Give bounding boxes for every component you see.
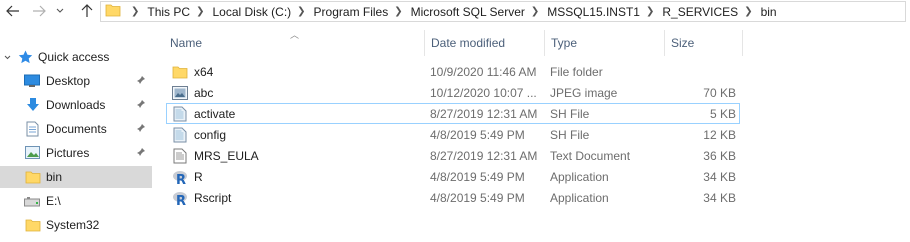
file-size-cell: 70 KB <box>703 85 736 100</box>
column-divider[interactable] <box>664 30 665 56</box>
file-row-abc[interactable]: abc 10/12/2020 10:07 ... JPEG image 70 K… <box>166 82 740 103</box>
folder-icon <box>172 66 188 78</box>
file-row-config[interactable]: config 4/8/2019 5:49 PM SH File 12 KB <box>166 124 740 145</box>
sidebar-item-documents[interactable]: Documents <box>0 118 152 140</box>
file-size-cell: 34 KB <box>703 169 736 184</box>
column-divider[interactable] <box>424 30 425 56</box>
forward-arrow-icon <box>33 5 46 17</box>
pin-icon[interactable] <box>136 75 146 85</box>
file-type-cell: Application <box>550 190 609 205</box>
back-button[interactable] <box>4 2 22 20</box>
chevron-right-icon: ❯ <box>530 6 540 17</box>
pin-icon[interactable] <box>136 147 146 157</box>
chevron-right-icon: ❯ <box>394 6 403 17</box>
sidebar-item-desktop[interactable]: Desktop <box>0 70 152 92</box>
up-arrow-icon <box>81 4 93 17</box>
download-icon <box>27 98 39 111</box>
sh-file-icon <box>173 127 187 142</box>
breadcrumb-r-services[interactable]: ❯ R_SERVICES <box>640 5 738 19</box>
back-arrow-icon <box>6 5 19 17</box>
file-name-cell: config <box>172 124 226 145</box>
chevron-right-icon: ❯ <box>645 6 655 17</box>
file-date-cell: 4/8/2019 5:49 PM <box>430 127 525 142</box>
file-type-cell: SH File <box>550 106 590 121</box>
file-type-cell: JPEG image <box>550 85 618 100</box>
file-type-cell: File folder <box>550 64 603 79</box>
file-type-cell: Application <box>550 169 609 184</box>
column-header-name[interactable]: Name <box>170 30 420 56</box>
file-size-cell <box>666 61 736 82</box>
pin-icon[interactable] <box>136 123 146 133</box>
file-size-cell: 12 KB <box>703 127 736 142</box>
file-date-cell: 8/27/2019 12:31 AM <box>430 106 538 121</box>
file-row-rscript[interactable]: R Rscript 4/8/2019 5:49 PM Application 3… <box>166 187 740 208</box>
chevron-down-icon <box>4 55 11 60</box>
sidebar-item-bin[interactable]: bin <box>0 166 152 188</box>
file-name-cell: MRS_EULA <box>172 145 259 166</box>
breadcrumb-sql-server[interactable]: ❯ Microsoft SQL Server <box>388 5 525 19</box>
file-name-cell: x64 <box>172 61 213 82</box>
desktop-icon <box>24 74 40 87</box>
breadcrumb-program-files[interactable]: ❯ Program Files <box>291 5 388 19</box>
file-name-cell: abc <box>172 82 213 103</box>
pin-icon[interactable] <box>136 99 146 109</box>
breadcrumb-bin[interactable]: ❯ bin <box>738 5 776 19</box>
navigation-bar: ❯ This PC ❯ Local Disk (C:) ❯ Program Files… <box>0 0 910 24</box>
navigation-pane: Quick access Desktop Downloads Documents… <box>0 44 152 242</box>
file-name-cell: activate <box>172 103 235 124</box>
forward-button[interactable] <box>30 2 48 20</box>
sidebar-item-downloads[interactable]: Downloads <box>0 94 152 116</box>
nav-quick-access[interactable]: Quick access <box>0 46 152 68</box>
svg-text:R: R <box>176 194 186 206</box>
sh-file-icon <box>173 106 187 121</box>
star-icon <box>18 50 33 64</box>
sidebar-item-e-drive[interactable]: E:\ <box>0 190 152 212</box>
file-row-x64[interactable]: x64 10/9/2020 11:46 AM File folder <box>166 61 740 82</box>
file-row-mrs-eula[interactable]: MRS_EULA 8/27/2019 12:31 AM Text Documen… <box>166 145 740 166</box>
folder-icon <box>105 3 121 20</box>
svg-text:R: R <box>176 173 186 185</box>
file-date-cell: 10/12/2020 10:07 ... <box>430 85 537 100</box>
column-header-date-modified[interactable]: Date modified <box>431 30 541 56</box>
breadcrumb-mssql15[interactable]: ❯ MSSQL15.INST1 <box>525 5 640 19</box>
file-name-cell: R Rscript <box>172 187 231 208</box>
recent-locations-button[interactable] <box>54 2 66 20</box>
file-date-cell: 4/8/2019 5:49 PM <box>430 169 525 184</box>
file-name-cell: R R <box>172 166 203 187</box>
file-size-cell: 36 KB <box>703 148 736 163</box>
file-size-cell: 34 KB <box>703 190 736 205</box>
column-header-size[interactable]: Size <box>671 30 741 56</box>
file-date-cell: 8/27/2019 12:31 AM <box>430 148 538 163</box>
sidebar-item-system32[interactable]: System32 <box>0 214 152 236</box>
text-file-icon <box>173 148 187 163</box>
address-bar[interactable]: ❯ This PC ❯ Local Disk (C:) ❯ Program Files… <box>100 1 906 22</box>
column-divider[interactable] <box>544 30 545 56</box>
file-row-activate[interactable]: activate 8/27/2019 12:31 AM SH File 5 KB <box>166 103 740 124</box>
file-date-cell: 10/9/2020 11:46 AM <box>430 64 537 79</box>
up-button[interactable] <box>78 2 96 20</box>
chevron-down-icon <box>56 8 64 13</box>
documents-icon <box>26 121 39 137</box>
sidebar-item-pictures[interactable]: Pictures <box>0 142 152 164</box>
file-row-r[interactable]: R R 4/8/2019 5:49 PM Application 34 KB <box>166 166 740 187</box>
chevron-right-icon: ❯ <box>196 6 205 17</box>
image-icon <box>172 85 188 100</box>
file-date-cell: 4/8/2019 5:49 PM <box>430 190 525 205</box>
file-type-cell: Text Document <box>550 148 631 163</box>
r-app-icon: R <box>173 191 187 206</box>
breadcrumb-local-disk[interactable]: ❯ Local Disk (C:) <box>190 5 291 19</box>
file-size-cell: 5 KB <box>709 106 736 121</box>
breadcrumb-this-pc[interactable]: ❯ This PC <box>125 5 190 19</box>
column-divider[interactable] <box>742 30 743 56</box>
column-header-type[interactable]: Type <box>551 30 661 56</box>
drive-icon <box>24 197 40 207</box>
folder-icon <box>25 219 41 232</box>
chevron-right-icon: ❯ <box>297 6 306 17</box>
pictures-icon <box>25 146 40 159</box>
chevron-right-icon: ❯ <box>131 6 140 17</box>
folder-icon <box>25 171 41 184</box>
chevron-right-icon: ❯ <box>744 6 753 17</box>
file-type-cell: SH File <box>550 127 590 142</box>
r-app-icon: R <box>173 170 187 185</box>
